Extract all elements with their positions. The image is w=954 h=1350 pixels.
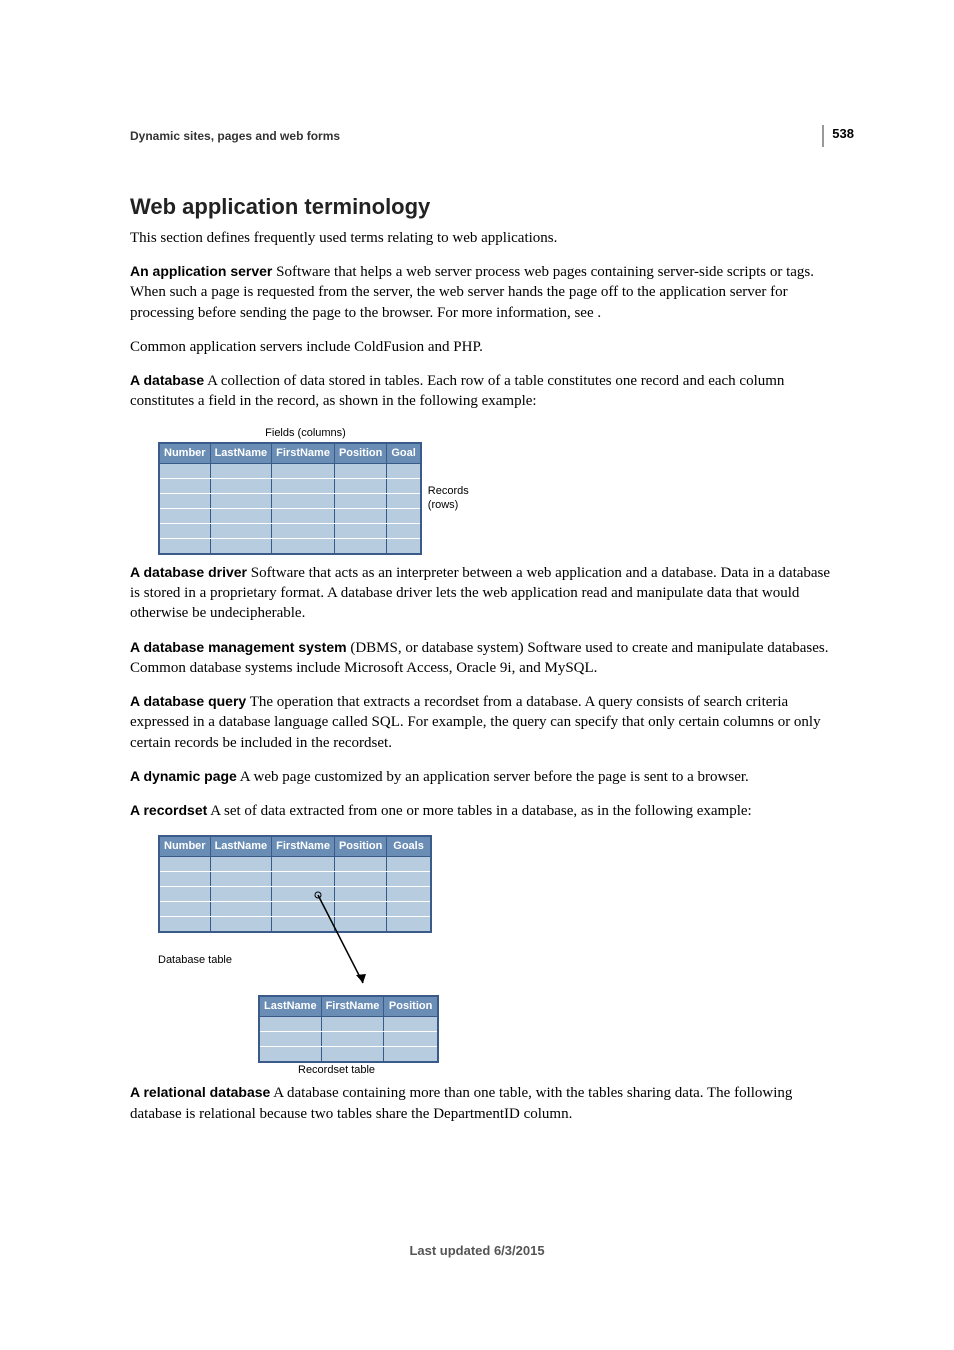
figure-db-table-structure: Fields (columns) NumberLastNameFirstName… (130, 426, 834, 555)
term-database: A database A collection of data stored i… (130, 371, 834, 412)
term-label: A dynamic page (130, 768, 237, 784)
table-row (259, 1032, 438, 1047)
table-header: Number (159, 443, 210, 463)
table-header: FirstName (272, 443, 335, 463)
term-relational-db: A relational database A database contain… (130, 1083, 834, 1124)
table-header: Position (334, 443, 386, 463)
fig2-db-label: Database table (158, 953, 232, 968)
table-row (159, 917, 431, 932)
term-db-driver: A database driver Software that acts as … (130, 563, 834, 624)
table-header: Number (159, 836, 210, 856)
fig1-side-l2: (rows) (428, 499, 459, 511)
term-label: A database management system (130, 639, 347, 655)
fig2-db-table: NumberLastNameFirstNamePositionGoals (158, 835, 432, 932)
table-header: Goals (387, 836, 431, 856)
fig1-side-l1: Records (428, 485, 469, 497)
para-common-servers: Common application servers include ColdF… (130, 337, 834, 357)
term-def: A set of data extracted from one or more… (210, 803, 751, 819)
fig1-table: NumberLastNameFirstNamePositionGoal (158, 442, 422, 554)
fig2-recordset-table: LastNameFirstNamePosition (258, 995, 439, 1062)
section-title: Web application terminology (130, 192, 834, 222)
table-row (159, 494, 421, 509)
term-def: A web page customized by an application … (240, 769, 749, 785)
table-row (159, 509, 421, 524)
breadcrumb: Dynamic sites, pages and web forms (130, 128, 834, 144)
table-header: FirstName (272, 836, 335, 856)
page-number-box: 538 (822, 125, 854, 147)
table-header: Goal (387, 443, 421, 463)
table-header: LastName (259, 996, 321, 1016)
term-label: A database driver (130, 564, 247, 580)
table-row (259, 1047, 438, 1062)
term-dbms: A database management system (DBMS, or d… (130, 638, 834, 679)
arrow-icon (308, 890, 388, 1000)
table-row (159, 524, 421, 539)
term-app-server: An application server Software that help… (130, 262, 834, 323)
table-row (159, 464, 421, 479)
table-row (159, 479, 421, 494)
table-header: Position (384, 996, 438, 1016)
table-row (159, 872, 431, 887)
term-def: A collection of data stored in tables. E… (130, 373, 784, 409)
table-row (259, 1017, 438, 1032)
term-label: A database query (130, 693, 246, 709)
term-recordset: A recordset A set of data extracted from… (130, 801, 834, 821)
term-label: A recordset (130, 802, 207, 818)
table-header: LastName (210, 836, 272, 856)
term-label: An application server (130, 263, 272, 279)
table-header: FirstName (321, 996, 384, 1016)
table-row (159, 887, 431, 902)
page-number: 538 (832, 125, 854, 143)
term-label: A relational database (130, 1084, 270, 1100)
table-row (159, 539, 421, 554)
term-label: A database (130, 372, 204, 388)
fig2-rs-label: Recordset table (298, 1063, 375, 1078)
intro-text: This section defines frequently used ter… (130, 228, 834, 248)
table-row (159, 902, 431, 917)
table-row (159, 857, 431, 872)
term-dynamic-page: A dynamic page A web page customized by … (130, 767, 834, 787)
table-header: LastName (210, 443, 272, 463)
footer-last-updated: Last updated 6/3/2015 (0, 1242, 954, 1260)
page-content: Dynamic sites, pages and web forms Web a… (0, 0, 954, 1124)
figure-recordset: NumberLastNameFirstNamePositionGoals Dat… (130, 835, 834, 1075)
term-db-query: A database query The operation that extr… (130, 692, 834, 753)
fig1-side-label: Records (rows) (428, 485, 469, 511)
table-header: Position (334, 836, 386, 856)
fig1-caption-top: Fields (columns) (158, 426, 453, 441)
